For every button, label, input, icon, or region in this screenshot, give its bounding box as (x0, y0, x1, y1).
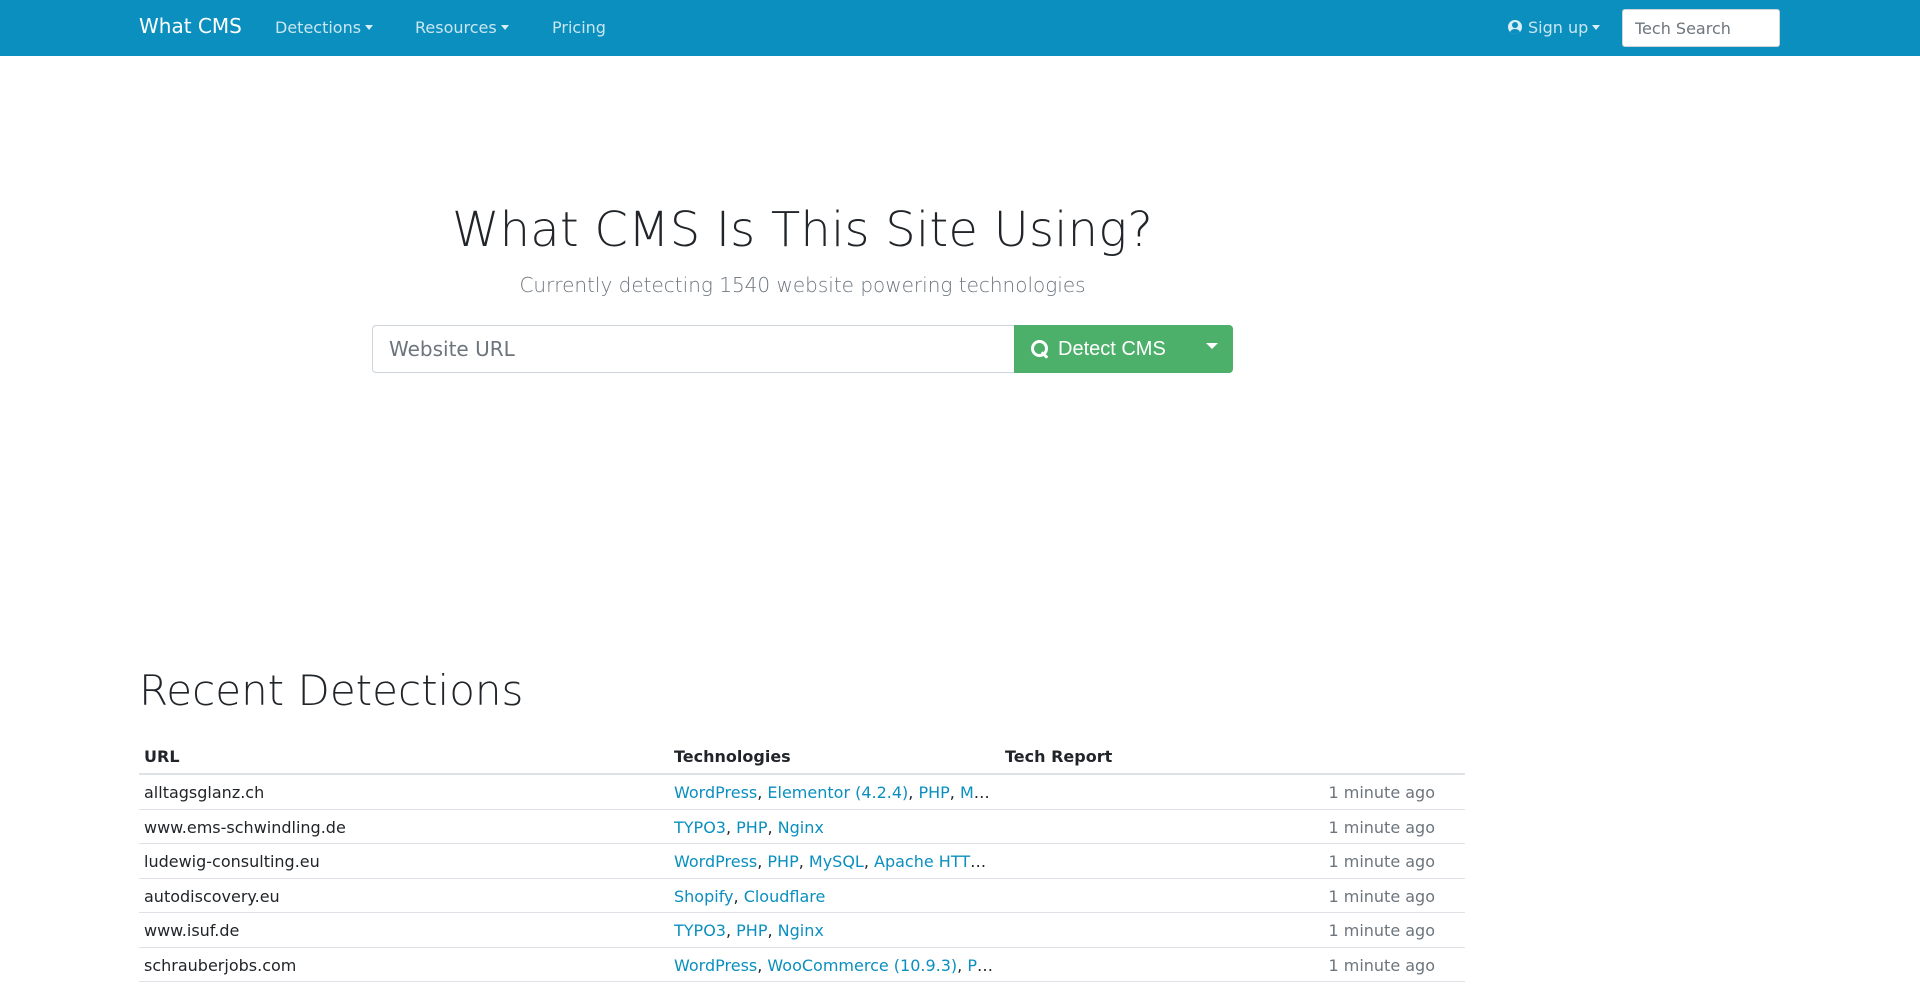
website-url-input[interactable] (372, 325, 1015, 373)
recent-detections-table: URL Technologies Tech Report alltagsglan… (139, 740, 1465, 982)
brand-logo-link[interactable]: What CMS (139, 14, 242, 38)
technology-link[interactable]: MySQL (960, 783, 994, 802)
detect-cms-label: Detect CMS (1058, 337, 1166, 360)
technology-link[interactable]: Cloudflare (744, 887, 826, 906)
caret-down-icon (1592, 25, 1601, 30)
row-technologies: TYPO3, PHP, Nginx (674, 921, 824, 940)
user-circle-icon (1508, 20, 1522, 34)
nav-pricing-label: Pricing (552, 18, 606, 37)
technology-link[interactable]: PHP (736, 818, 767, 837)
nav-resources-label: Resources (415, 18, 497, 37)
row-url[interactable]: www.isuf.de (144, 921, 239, 940)
table-row: alltagsglanz.ch WordPress, Elementor (4.2… (139, 775, 1465, 810)
page-title: What CMS Is This Site Using? (452, 202, 1153, 258)
row-time: 1 minute ago (1328, 852, 1435, 871)
header-tech-report: Tech Report (1005, 747, 1113, 766)
technology-link[interactable]: TYPO3 (674, 921, 726, 940)
page-subtitle: Currently detecting 1540 website powerin… (519, 273, 1086, 297)
nav-resources-dropdown[interactable]: Resources (415, 18, 509, 37)
top-navbar: What CMS Detections Resources Pricing Si… (0, 0, 1920, 56)
row-url[interactable]: autodiscovery.eu (144, 887, 280, 906)
detect-options-toggle[interactable] (1191, 325, 1233, 373)
technology-link[interactable]: Nginx (778, 818, 824, 837)
recent-detections-heading: Recent Detections (139, 666, 524, 715)
technology-link[interactable]: WordPress (674, 783, 757, 802)
technology-link[interactable]: PHP (736, 921, 767, 940)
row-url[interactable]: schrauberjobs.com (144, 956, 296, 975)
technology-link[interactable]: PHP (767, 852, 798, 871)
row-time: 1 minute ago (1328, 886, 1435, 906)
technology-link[interactable]: WordPress (674, 956, 757, 975)
row-time: 1 minute ago (1328, 817, 1435, 837)
technology-link[interactable]: Nginx (778, 921, 824, 940)
technology-link[interactable]: Apache HTTP Server (874, 852, 994, 871)
technology-link[interactable]: WordPress (674, 852, 757, 871)
table-header: URL Technologies Tech Report (139, 740, 1465, 775)
signup-dropdown[interactable]: Sign up (1508, 18, 1601, 37)
nav-pricing-link[interactable]: Pricing (552, 18, 606, 37)
technology-link[interactable]: WooCommerce (10.9.3) (767, 956, 957, 975)
table-row: www.isuf.de TYPO3, PHP, Nginx 1 minute ago (139, 913, 1465, 948)
tech-search-input[interactable] (1622, 9, 1780, 47)
header-technologies: Technologies (674, 747, 791, 766)
search-icon (1030, 339, 1050, 359)
row-time: 1 minute ago (1328, 921, 1435, 940)
table-row: autodiscovery.eu Shopify, Cloudflare 1 min… (139, 879, 1465, 913)
technology-link[interactable]: PHP (967, 956, 994, 975)
row-technologies: TYPO3, PHP, Nginx (674, 817, 824, 837)
row-time: 1 minute ago (1328, 783, 1435, 802)
caret-down-icon (500, 25, 509, 30)
caret-down-icon (365, 25, 374, 30)
row-url[interactable]: www.ems-schwindling.de (144, 818, 346, 837)
row-time: 1 minute ago (1328, 955, 1435, 975)
technology-link[interactable]: TYPO3 (674, 818, 726, 837)
technology-link[interactable]: Elementor (4.2.4) (767, 783, 908, 802)
row-url[interactable]: alltagsglanz.ch (144, 783, 264, 802)
nav-detections-label: Detections (275, 18, 362, 37)
row-technologies: WordPress, Elementor (4.2.4), PHP, MySQL (674, 783, 994, 802)
table-row: www.ems-schwindling.de TYPO3, PHP, Nginx 1… (139, 810, 1465, 844)
row-technologies: WordPress, PHP, MySQL, Apache HTTP Serve… (674, 852, 994, 871)
caret-down-icon (1206, 343, 1218, 349)
table-body: alltagsglanz.ch WordPress, Elementor (4.2… (139, 775, 1465, 982)
row-technologies: Shopify, Cloudflare (674, 886, 826, 906)
detect-cms-button[interactable]: Detect CMS (1014, 325, 1192, 373)
nav-detections-dropdown[interactable]: Detections (275, 18, 374, 37)
table-row: ludewig-consulting.eu WordPress, PHP, MyS… (139, 844, 1465, 879)
row-url[interactable]: ludewig-consulting.eu (144, 852, 320, 871)
table-row: schrauberjobs.com WordPress, WooCommerce … (139, 948, 1465, 982)
technology-link[interactable]: PHP (918, 783, 949, 802)
technology-link[interactable]: MySQL (809, 852, 864, 871)
signup-label: Sign up (1528, 18, 1589, 37)
technology-link[interactable]: Shopify (674, 887, 734, 906)
header-url: URL (144, 747, 180, 766)
row-technologies: WordPress, WooCommerce (10.9.3), PHP, My… (674, 956, 994, 975)
